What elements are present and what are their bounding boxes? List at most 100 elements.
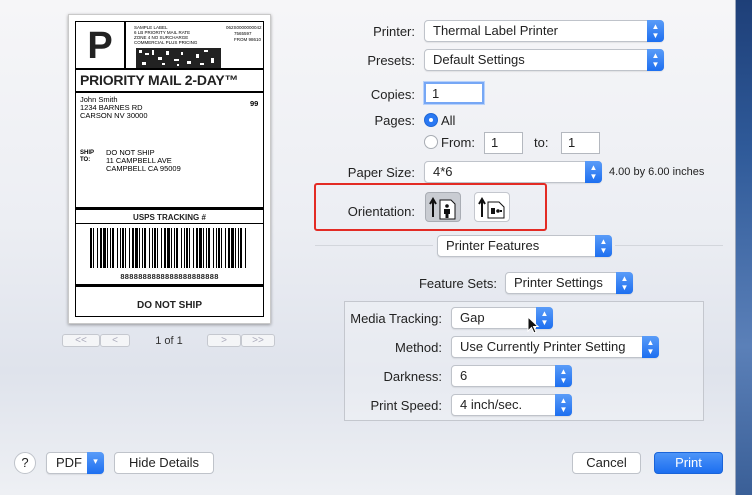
portrait-orientation-button[interactable] [425, 192, 461, 222]
barcode-bar [93, 228, 94, 268]
barcode-bar [132, 228, 134, 268]
media-tracking-label: Media Tracking: [350, 311, 442, 326]
copies-field[interactable]: 1 [424, 82, 484, 104]
barcode-bar [117, 228, 118, 268]
darkness-popup[interactable]: 6 ▲ ▼ [451, 365, 572, 387]
printer-label: Printer: [373, 24, 415, 39]
landscape-orientation-icon [478, 197, 505, 219]
landscape-orientation-button[interactable] [474, 192, 510, 222]
barcode-bar [120, 228, 121, 268]
tracking-heading: USPS TRACKING # [133, 213, 206, 222]
separator [615, 245, 723, 246]
barcode-bar [238, 228, 239, 268]
barcode-bar [161, 228, 162, 268]
cancel-button[interactable]: Cancel [572, 452, 641, 474]
darkness-label: Darkness: [383, 369, 442, 384]
label-right-line: 7565597 [234, 31, 252, 36]
printer-value: Thermal Label Printer [433, 23, 558, 38]
previous-page-button[interactable]: < [100, 334, 130, 347]
paper-size-popup[interactable]: 4*6 ▲ ▼ [424, 161, 602, 183]
barcode-bar [240, 228, 242, 268]
barcode-bar [174, 228, 175, 268]
pages-range-radio[interactable] [424, 135, 438, 149]
barcode-bar [122, 228, 124, 268]
next-page-button[interactable]: > [207, 334, 241, 347]
media-tracking-value: Gap [460, 310, 485, 325]
pdf-label: PDF [56, 455, 82, 470]
tracking-number: 8888888888888888888888 [120, 272, 219, 281]
barcode-bar [129, 228, 130, 268]
ship-to-label: SHIP TO: [80, 150, 95, 163]
darkness-value: 6 [460, 368, 468, 383]
barcode-bar [167, 228, 170, 268]
barcode-bar [181, 228, 182, 268]
barcode-bar [112, 228, 114, 268]
print-speed-popup[interactable]: 4 inch/sec. ▲ ▼ [451, 394, 572, 416]
chevron-updown-icon: ▲ ▼ [616, 272, 633, 294]
recipient-line: CAMPBELL CA 95009 [106, 164, 181, 173]
chevron-down-icon: ▾ [87, 452, 104, 474]
chevron-updown-icon: ▲ ▼ [585, 161, 602, 183]
pages-to-field[interactable]: 1 [561, 132, 600, 154]
chevron-updown-icon: ▲ ▼ [642, 336, 659, 358]
divider [76, 91, 263, 93]
presets-popup[interactable]: Default Settings ▲ ▼ [424, 49, 664, 71]
printer-popup[interactable]: Thermal Label Printer ▲ ▼ [424, 20, 664, 42]
barcode-bar [142, 228, 143, 268]
first-page-button[interactable]: << [62, 334, 100, 347]
method-value: Use Currently Printer Setting [460, 339, 626, 354]
pages-from-field[interactable]: 1 [484, 132, 523, 154]
sender-code: 99 [250, 99, 259, 108]
copies-label: Copies: [370, 87, 415, 102]
print-button[interactable]: Print [654, 452, 723, 474]
print-speed-value: 4 inch/sec. [460, 397, 523, 412]
feature-sets-label: Feature Sets: [418, 276, 497, 291]
last-page-button[interactable]: >> [241, 334, 275, 347]
barcode-bar [171, 228, 172, 268]
feature-sets-value: Printer Settings [514, 275, 603, 290]
label-right-line: 062S0000000042 [226, 25, 262, 30]
orientation-label: Orientation: [347, 204, 415, 219]
barcode-bar [228, 228, 230, 268]
separator [315, 245, 433, 246]
barcode-bar [196, 228, 198, 268]
chevron-updown-icon: ▲ ▼ [555, 365, 572, 387]
priority-letter: P [87, 25, 113, 67]
barcode-bar [149, 228, 150, 268]
print-preview: P SAMPLE LABEL 6 LB PRIORITY MAIL RATE Z… [68, 14, 271, 324]
divider [76, 207, 263, 210]
portrait-orientation-icon [429, 197, 456, 220]
pages-label: Pages: [374, 113, 415, 128]
footer-text: DO NOT SHIP [136, 300, 202, 311]
barcode-bar [231, 228, 234, 268]
section-value: Printer Features [446, 238, 540, 253]
method-popup[interactable]: Use Currently Printer Setting ▲ ▼ [451, 336, 659, 358]
feature-sets-popup[interactable]: Printer Settings ▲ ▼ [505, 272, 633, 294]
barcode-bar [152, 228, 153, 268]
hide-details-button[interactable]: Hide Details [114, 452, 214, 474]
barcode-bar [154, 228, 156, 268]
barcode-bar [206, 228, 207, 268]
barcode-bar [208, 228, 210, 268]
barcode-bar [157, 228, 158, 268]
barcode-bar [135, 228, 138, 268]
paper-size-value: 4*6 [433, 164, 453, 179]
label-header-line: COMMERCIAL PLUS PRICING [134, 40, 198, 45]
presets-label: Presets: [367, 53, 415, 68]
barcode-bar [189, 228, 190, 268]
pages-all-radio[interactable] [424, 113, 438, 127]
barcode-bar [218, 228, 220, 268]
barcode-bar [184, 228, 185, 268]
shipping-label: P SAMPLE LABEL 6 LB PRIORITY MAIL RATE Z… [75, 21, 264, 317]
section-popup[interactable]: Printer Features ▲ ▼ [437, 235, 612, 257]
help-button[interactable]: ? [14, 452, 36, 474]
pdf-menu-button[interactable]: PDF ▾ [46, 452, 104, 474]
barcode-bar [221, 228, 222, 268]
divider [76, 284, 263, 287]
barcode-bar [139, 228, 140, 268]
barcode-bar [90, 228, 92, 268]
pages-all-label: All [441, 113, 456, 128]
label-2d-barcode [136, 48, 221, 68]
chevron-updown-icon: ▲ ▼ [647, 20, 664, 42]
divider [76, 68, 263, 70]
